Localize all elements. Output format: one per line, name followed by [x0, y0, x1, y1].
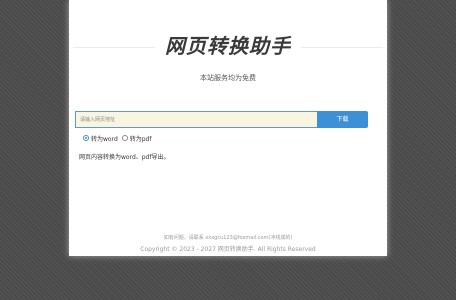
- main-panel: 网页转换助手 本站服务均为免费 下载 转为word 转为pdf 网页内容转换为w…: [69, 0, 387, 256]
- footer-copyright: Copyright © 2023 - 2027 网页转换助手. All Righ…: [140, 246, 316, 253]
- title-row: 网页转换助手: [69, 32, 387, 60]
- page-subtitle: 本站服务均为免费: [200, 74, 256, 82]
- option-pdf-label: 转为pdf: [129, 135, 152, 143]
- option-word[interactable]: 转为word: [83, 134, 118, 143]
- option-word-label: 转为word: [91, 135, 118, 143]
- url-input[interactable]: [75, 111, 317, 128]
- option-pdf[interactable]: 转为pdf: [121, 134, 152, 143]
- title-divider-right: [301, 47, 383, 48]
- page-title: 网页转换助手: [165, 34, 291, 58]
- description-text: 网页内容转换为word、pdf导出。: [79, 154, 170, 161]
- radio-pdf-icon[interactable]: [121, 135, 128, 141]
- download-button[interactable]: 下载: [317, 111, 368, 128]
- format-options: 转为word 转为pdf: [83, 133, 155, 143]
- radio-word-icon[interactable]: [83, 135, 89, 141]
- url-form: 下载: [75, 111, 368, 128]
- footer-contact: 如有问题，请联系 xxxgcu123@foxmail.com(冲线成的): [163, 235, 293, 241]
